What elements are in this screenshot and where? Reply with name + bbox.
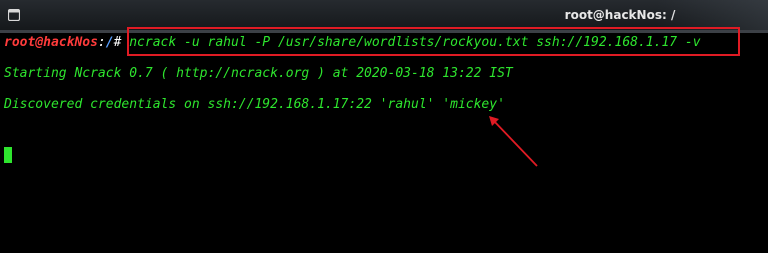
terminal-window: root@hackNos: / root@hackNos:/# ncrack -… <box>0 0 768 253</box>
annotation-arrow <box>489 116 538 167</box>
